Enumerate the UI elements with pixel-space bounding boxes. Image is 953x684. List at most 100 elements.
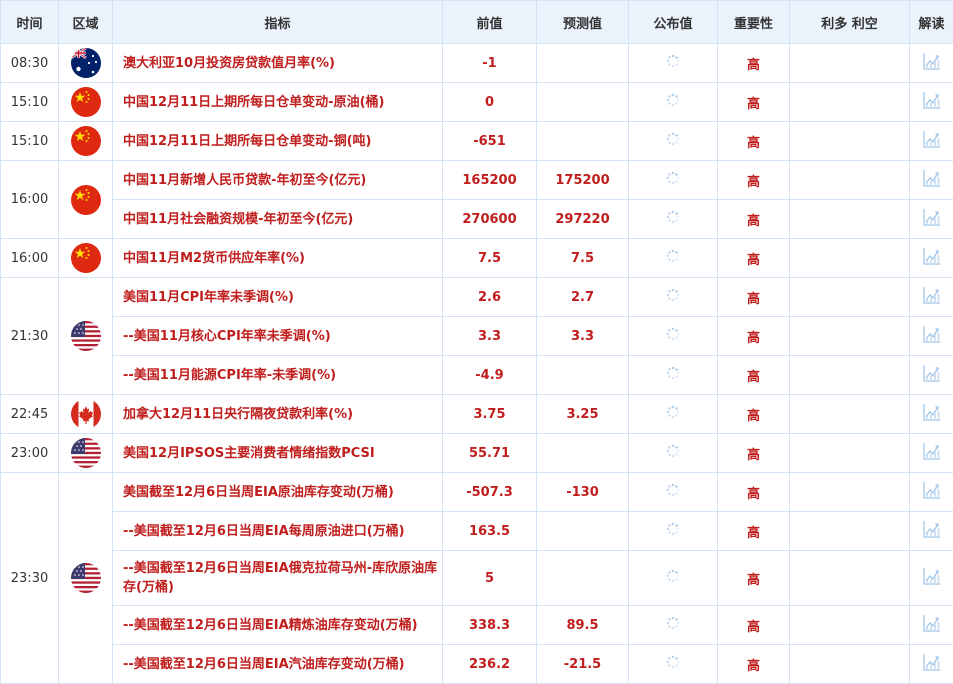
indicator-name[interactable]: --美国截至12月6日当周EIA俄克拉荷马州-库欣原油库存(万桶)	[113, 551, 443, 606]
indicator-name[interactable]: 中国11月社会融资规模-年初至今(亿元)	[113, 200, 443, 239]
loading-spinner-icon	[666, 619, 680, 634]
actual-value	[629, 512, 718, 551]
actual-value	[629, 606, 718, 645]
loading-spinner-icon	[666, 369, 680, 384]
region-cell	[59, 44, 113, 83]
region-cell	[59, 434, 113, 473]
analysis-cell[interactable]	[910, 83, 953, 122]
chart-icon[interactable]	[922, 528, 942, 543]
analysis-cell[interactable]	[910, 473, 953, 512]
table-row: 23:00美国12月IPSOS主要消费者情绪指数PCSI55.71高	[1, 434, 953, 473]
indicator-name[interactable]: 美国11月CPI年率未季调(%)	[113, 278, 443, 317]
impact-cell	[790, 606, 910, 645]
chart-icon[interactable]	[922, 333, 942, 348]
loading-spinner-icon	[666, 135, 680, 150]
chart-icon[interactable]	[922, 294, 942, 309]
chart-icon[interactable]	[922, 138, 942, 153]
indicator-name[interactable]: --美国11月核心CPI年率未季调(%)	[113, 317, 443, 356]
indicator-name[interactable]: 澳大利亚10月投资房贷款值月率(%)	[113, 44, 443, 83]
analysis-cell[interactable]	[910, 317, 953, 356]
impact-cell	[790, 434, 910, 473]
forecast-value: 2.7	[537, 278, 629, 317]
loading-spinner-icon	[666, 291, 680, 306]
indicator-name[interactable]: 中国11月M2货币供应年率(%)	[113, 239, 443, 278]
chart-icon[interactable]	[922, 372, 942, 387]
analysis-cell[interactable]	[910, 434, 953, 473]
indicator-name[interactable]: --美国11月能源CPI年率-未季调(%)	[113, 356, 443, 395]
usa-flag-icon	[71, 438, 101, 468]
importance-value: 高	[718, 161, 790, 200]
region-cell	[59, 473, 113, 684]
chart-icon[interactable]	[922, 216, 942, 231]
importance-value: 高	[718, 200, 790, 239]
chart-icon[interactable]	[922, 255, 942, 270]
table-row: 16:00中国11月新增人民币贷款-年初至今(亿元)165200175200高	[1, 161, 953, 200]
impact-cell	[790, 83, 910, 122]
indicator-name[interactable]: 加拿大12月11日央行隔夜贷款利率(%)	[113, 395, 443, 434]
chart-icon[interactable]	[922, 177, 942, 192]
region-cell	[59, 161, 113, 239]
table-row: 08:30澳大利亚10月投资房贷款值月率(%)-1高	[1, 44, 953, 83]
chart-icon[interactable]	[922, 411, 942, 426]
chart-icon[interactable]	[922, 575, 942, 590]
impact-cell	[790, 278, 910, 317]
chart-icon[interactable]	[922, 661, 942, 676]
region-cell	[59, 83, 113, 122]
analysis-cell[interactable]	[910, 551, 953, 606]
event-time: 16:00	[1, 161, 59, 239]
indicator-name[interactable]: 美国截至12月6日当周EIA原油库存变动(万桶)	[113, 473, 443, 512]
analysis-cell[interactable]	[910, 122, 953, 161]
analysis-cell[interactable]	[910, 161, 953, 200]
forecast-value	[537, 44, 629, 83]
header-forecast: 预测值	[537, 1, 629, 44]
analysis-cell[interactable]	[910, 356, 953, 395]
chart-icon[interactable]	[922, 622, 942, 637]
importance-value: 高	[718, 83, 790, 122]
forecast-value: 175200	[537, 161, 629, 200]
analysis-cell[interactable]	[910, 44, 953, 83]
analysis-cell[interactable]	[910, 200, 953, 239]
indicator-name[interactable]: 中国11月新增人民币贷款-年初至今(亿元)	[113, 161, 443, 200]
chart-icon[interactable]	[922, 450, 942, 465]
china-flag-icon	[71, 126, 101, 156]
australia-flag-icon	[71, 48, 101, 78]
header-time: 时间	[1, 1, 59, 44]
indicator-name[interactable]: 中国12月11日上期所每日仓单变动-原油(桶)	[113, 83, 443, 122]
actual-value	[629, 122, 718, 161]
usa-flag-icon	[71, 563, 101, 593]
chart-icon[interactable]	[922, 489, 942, 504]
importance-value: 高	[718, 512, 790, 551]
table-row: 21:30美国11月CPI年率未季调(%)2.62.7高	[1, 278, 953, 317]
impact-cell	[790, 551, 910, 606]
importance-value: 高	[718, 44, 790, 83]
analysis-cell[interactable]	[910, 606, 953, 645]
indicator-name[interactable]: --美国截至12月6日当周EIA汽油库存变动(万桶)	[113, 645, 443, 684]
previous-value: -1	[443, 44, 537, 83]
analysis-cell[interactable]	[910, 395, 953, 434]
canada-flag-icon	[71, 399, 101, 429]
analysis-cell[interactable]	[910, 645, 953, 684]
previous-value: 165200	[443, 161, 537, 200]
previous-value: 270600	[443, 200, 537, 239]
importance-value: 高	[718, 317, 790, 356]
china-flag-icon	[71, 185, 101, 215]
impact-cell	[790, 512, 910, 551]
analysis-cell[interactable]	[910, 278, 953, 317]
table-row: --美国截至12月6日当周EIA俄克拉荷马州-库欣原油库存(万桶)5高	[1, 551, 953, 606]
actual-value	[629, 44, 718, 83]
actual-value	[629, 434, 718, 473]
chart-icon[interactable]	[922, 60, 942, 75]
indicator-name[interactable]: 中国12月11日上期所每日仓单变动-铜(吨)	[113, 122, 443, 161]
analysis-cell[interactable]	[910, 512, 953, 551]
indicator-name[interactable]: 美国12月IPSOS主要消费者情绪指数PCSI	[113, 434, 443, 473]
impact-cell	[790, 161, 910, 200]
analysis-cell[interactable]	[910, 239, 953, 278]
chart-icon[interactable]	[922, 99, 942, 114]
event-time: 22:45	[1, 395, 59, 434]
previous-value: 236.2	[443, 645, 537, 684]
indicator-name[interactable]: --美国截至12月6日当周EIA每周原油进口(万桶)	[113, 512, 443, 551]
actual-value	[629, 356, 718, 395]
actual-value	[629, 317, 718, 356]
indicator-name[interactable]: --美国截至12月6日当周EIA精炼油库存变动(万桶)	[113, 606, 443, 645]
impact-cell	[790, 239, 910, 278]
